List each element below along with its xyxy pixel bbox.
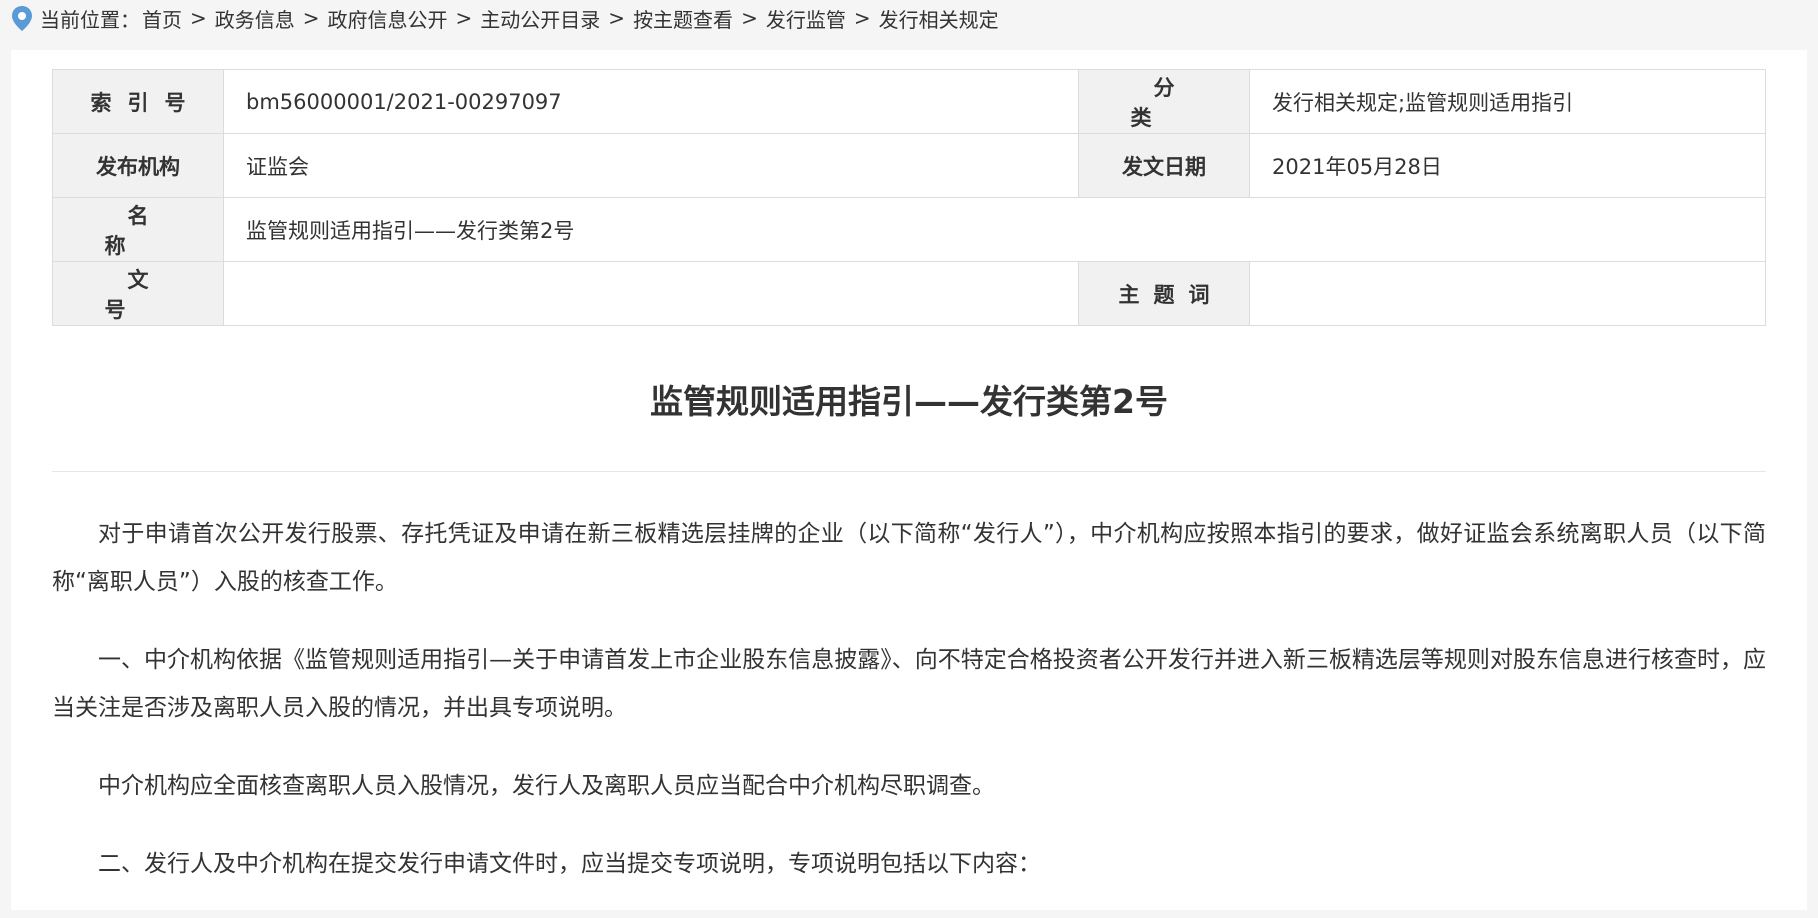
breadcrumb-prefix: 当前位置： <box>40 7 140 32</box>
content-panel: 索引号 bm56000001/2021-00297097 分类 发行相关规定;监… <box>11 50 1807 910</box>
breadcrumb-gov-info[interactable]: 政务信息 <box>215 4 295 33</box>
docno-label: 文号 <box>52 261 224 326</box>
issuer-value: 证监会 <box>223 133 1079 198</box>
docno-value <box>223 261 1079 326</box>
name-value: 监管规则适用指引——发行类第2号 <box>223 197 1766 262</box>
breadcrumb: 当前位置： 首页 > 政务信息 > 政府信息公开 > 主动公开目录 > 按主题查… <box>0 0 1818 36</box>
table-row: 发布机构 证监会 发文日期 2021年05月28日 <box>52 133 1766 198</box>
date-label: 发文日期 <box>1078 133 1250 198</box>
breadcrumb-issuance-rules[interactable]: 发行相关规定 <box>879 4 999 33</box>
index-label: 索引号 <box>52 69 224 134</box>
date-value: 2021年05月28日 <box>1249 133 1766 198</box>
article-paragraph: 中介机构应全面核查离职人员入股情况，发行人及离职人员应当配合中介机构尽职调查。 <box>98 773 995 799</box>
name-label: 名称 <box>52 197 224 262</box>
keywords-value <box>1249 261 1766 326</box>
article-paragraph: 一、中介机构依据《监管规则适用指引—关于申请首发上市企业股东信息披露》、向不特定… <box>52 647 1766 721</box>
breadcrumb-by-topic[interactable]: 按主题查看 <box>633 4 733 33</box>
table-row: 索引号 bm56000001/2021-00297097 分类 发行相关规定;监… <box>52 69 1766 134</box>
breadcrumb-separator: > <box>608 6 626 30</box>
breadcrumb-separator: > <box>190 6 207 30</box>
metadata-table: 索引号 bm56000001/2021-00297097 分类 发行相关规定;监… <box>52 69 1766 326</box>
breadcrumb-separator: > <box>741 6 758 30</box>
breadcrumb-home[interactable]: 首页 <box>142 4 182 33</box>
category-label: 分类 <box>1078 69 1250 134</box>
divider <box>52 471 1766 472</box>
map-pin-icon <box>8 4 36 32</box>
article-paragraph: 二、发行人及中介机构在提交发行申请文件时，应当提交专项说明，专项说明包括以下内容… <box>98 851 1041 877</box>
breadcrumb-separator: > <box>455 6 473 30</box>
breadcrumb-info-disclosure[interactable]: 政府信息公开 <box>328 4 448 33</box>
table-row: 文号 主题词 <box>52 261 1766 326</box>
article-title: 监管规则适用指引——发行类第2号 <box>650 382 1168 421</box>
issuer-label: 发布机构 <box>52 133 224 198</box>
article-paragraph: 对于申请首次公开发行股票、存托凭证及申请在新三板精选层挂牌的企业（以下简称“发行… <box>52 521 1766 595</box>
breadcrumb-catalog[interactable]: 主动公开目录 <box>480 4 600 33</box>
breadcrumb-issuance-supervision[interactable]: 发行监管 <box>766 4 846 33</box>
keywords-label: 主题词 <box>1078 261 1250 326</box>
article-body: 对于申请首次公开发行股票、存托凭证及申请在新三板精选层挂牌的企业（以下简称“发行… <box>52 510 1766 918</box>
category-value: 发行相关规定;监管规则适用指引 <box>1249 69 1766 134</box>
breadcrumb-separator: > <box>853 6 871 30</box>
breadcrumb-separator: > <box>302 6 320 30</box>
table-row: 名称 监管规则适用指引——发行类第2号 <box>52 197 1766 262</box>
index-value: bm56000001/2021-00297097 <box>223 69 1079 134</box>
